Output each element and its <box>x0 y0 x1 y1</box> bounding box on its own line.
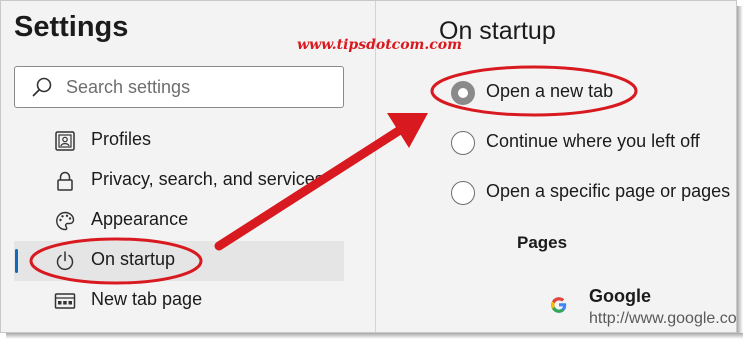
sidebar-item-label: On startup <box>91 249 176 269</box>
sidebar-item-on-startup[interactable]: On startup <box>14 241 344 281</box>
watermark: www.tipsdotcom.com <box>297 37 462 53</box>
palette-icon <box>56 211 75 231</box>
window-shadow-right <box>737 6 743 339</box>
sidebar-item-new-tab-page[interactable]: New tab page <box>14 281 344 321</box>
sidebar-item-label: Appearance <box>91 209 189 229</box>
page-entry-url: http://www.google.co <box>589 310 737 327</box>
settings-window: Settings Search settings Profiles Privac <box>0 0 737 333</box>
window-shadow-bottom <box>6 333 743 339</box>
option-label: Open a specific page or pages <box>486 181 731 201</box>
sidebar-item-label: Privacy, search, and services <box>91 169 324 189</box>
power-icon <box>56 251 74 271</box>
option-label: Continue where you left off <box>486 131 700 151</box>
radio-button[interactable] <box>451 131 475 155</box>
radio-button[interactable] <box>451 181 475 205</box>
radio-button-checked[interactable] <box>451 81 475 105</box>
search-icon <box>32 77 52 97</box>
sidebar-item-privacy[interactable]: Privacy, search, and services <box>14 161 344 201</box>
settings-title: Settings <box>14 11 129 43</box>
sidebar-item-appearance[interactable]: Appearance <box>14 201 344 241</box>
page-entry-name: Google <box>589 286 651 306</box>
search-input[interactable]: Search settings <box>14 66 344 108</box>
profile-icon <box>55 131 75 151</box>
pages-heading: Pages <box>517 233 568 252</box>
sidebar-item-label: New tab page <box>91 289 203 309</box>
sidebar-item-profiles[interactable]: Profiles <box>14 121 344 161</box>
search-placeholder: Search settings <box>66 77 191 97</box>
sidebar-item-label: Profiles <box>91 129 152 149</box>
option-label: Open a new tab <box>486 81 614 101</box>
lock-icon <box>57 171 73 191</box>
active-indicator <box>15 249 18 273</box>
new-tab-page-icon <box>54 293 76 309</box>
google-g-icon <box>551 297 567 313</box>
